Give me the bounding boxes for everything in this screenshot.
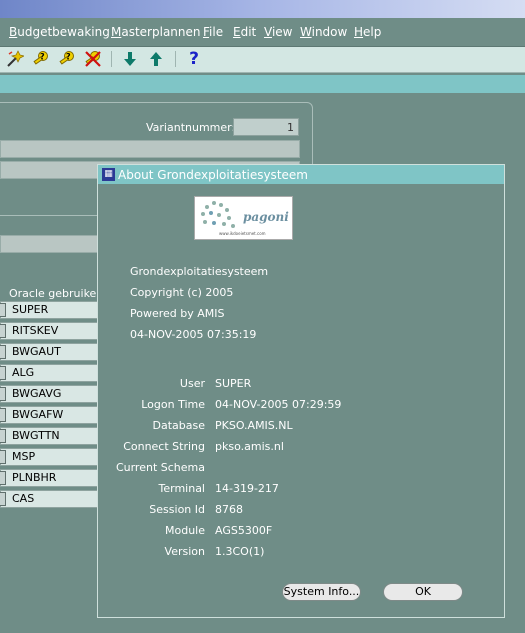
detail-label: Current Schema bbox=[115, 461, 205, 474]
dialog-title: About Grondexploitatiesysteem bbox=[118, 168, 308, 182]
detail-value: 8768 bbox=[215, 503, 243, 516]
content-header-strip bbox=[0, 75, 525, 93]
detail-label: Logon Time bbox=[141, 398, 205, 411]
help-icon[interactable]: ? bbox=[185, 50, 203, 68]
detail-value: 04-NOV-2005 07:29:59 bbox=[215, 398, 342, 411]
dialog-title-bar[interactable]: ▦ About Grondexploitatiesysteem bbox=[98, 165, 504, 184]
svg-text:?: ? bbox=[40, 52, 45, 61]
ok-button[interactable]: OK bbox=[383, 583, 463, 601]
detail-value: AGS5300F bbox=[215, 524, 273, 537]
svg-text:?: ? bbox=[66, 52, 71, 61]
variantnummer-field[interactable]: 1 bbox=[233, 118, 299, 136]
user-row[interactable]: SUPER bbox=[0, 301, 100, 319]
detail-label: Module bbox=[165, 524, 205, 537]
detail-label: Terminal bbox=[158, 482, 206, 495]
key-help-icon[interactable]: ? bbox=[32, 50, 50, 68]
row-select-button[interactable] bbox=[0, 429, 6, 443]
variantnummer-label: Variantnummer: bbox=[146, 121, 236, 134]
toolbar-separator bbox=[175, 51, 176, 67]
row-select-button[interactable] bbox=[0, 345, 6, 359]
detail-label: Connect String bbox=[123, 440, 205, 453]
row-select-button[interactable] bbox=[0, 492, 6, 506]
menu-budgetbewaking[interactable]: Budgetbewaking bbox=[9, 25, 110, 39]
window-title-bar bbox=[0, 0, 525, 18]
menu-file[interactable]: File bbox=[203, 25, 223, 39]
build-date-text: 04-NOV-2005 07:35:19 bbox=[130, 328, 257, 341]
row-select-button[interactable] bbox=[0, 324, 6, 338]
about-dialog: ▦ About Grondexploitatiesysteem pagoni w… bbox=[97, 164, 505, 618]
detail-value: SUPER bbox=[215, 377, 252, 390]
app-icon: ▦ bbox=[102, 168, 115, 181]
logo-brand-text: pagoni bbox=[243, 210, 289, 224]
powered-by-text: Powered by AMIS bbox=[130, 307, 225, 320]
menu-help[interactable]: Help bbox=[354, 25, 381, 39]
menu-masterplannen[interactable]: Masterplannen bbox=[111, 25, 201, 39]
detail-label: User bbox=[179, 377, 205, 390]
menu-window[interactable]: Window bbox=[300, 25, 347, 39]
detail-value: 1.3CO(1) bbox=[215, 545, 265, 558]
detail-label: Database bbox=[152, 419, 206, 432]
key-query-icon[interactable]: ? bbox=[58, 50, 76, 68]
row-select-button[interactable] bbox=[0, 450, 6, 464]
row-select-button[interactable] bbox=[0, 387, 6, 401]
logo-url-text: www.ikdoeietsmet.com bbox=[219, 231, 266, 236]
toolbar: ? ? ? bbox=[0, 47, 525, 73]
row-select-button[interactable] bbox=[0, 408, 6, 422]
arrow-down-icon[interactable] bbox=[121, 50, 139, 68]
delete-record-icon[interactable] bbox=[84, 50, 102, 68]
copyright-text: Copyright (c) 2005 bbox=[130, 286, 234, 299]
user-row[interactable]: BWGAUT bbox=[0, 343, 100, 361]
app-name: Grondexploitatiesysteem bbox=[130, 265, 269, 278]
menu-view[interactable]: View bbox=[264, 25, 292, 39]
detail-value: PKSO.AMIS.NL bbox=[215, 419, 293, 432]
row-select-button[interactable] bbox=[0, 471, 6, 485]
menu-edit[interactable]: Edit bbox=[233, 25, 256, 39]
form-field[interactable] bbox=[0, 140, 300, 158]
menu-bar: Budgetbewaking Masterplannen File Edit V… bbox=[0, 18, 525, 47]
system-info-button[interactable]: System Info... bbox=[282, 583, 361, 601]
detail-label: Session Id bbox=[149, 503, 205, 516]
pagoni-logo: pagoni www.ikdoeietsmet.com bbox=[194, 196, 293, 240]
toolbar-separator bbox=[111, 51, 112, 67]
row-select-button[interactable] bbox=[0, 366, 6, 380]
detail-label: Version bbox=[164, 545, 205, 558]
arrow-up-icon[interactable] bbox=[147, 50, 165, 68]
detail-value: 14-319-217 bbox=[215, 482, 279, 495]
wand-icon[interactable] bbox=[6, 50, 26, 68]
detail-value: pkso.amis.nl bbox=[215, 440, 284, 453]
row-select-button[interactable] bbox=[0, 303, 6, 317]
user-row[interactable]: RITSKEV bbox=[0, 322, 100, 340]
